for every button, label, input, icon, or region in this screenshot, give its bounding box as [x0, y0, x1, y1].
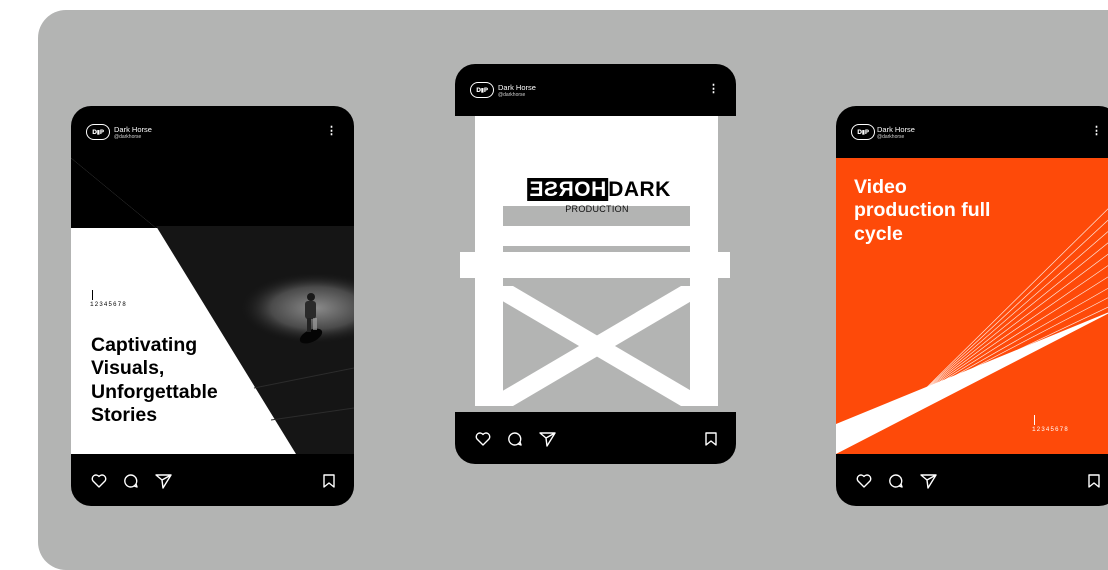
post-card-1: D▮P Dark Horse @darkhorse ⋮ 12345678 Cap…	[71, 106, 354, 506]
account-name[interactable]: Dark Horse	[498, 84, 536, 92]
comment-icon[interactable]	[123, 473, 139, 489]
brand-logo: HORSEDARK PRODUCTION	[527, 178, 670, 214]
more-icon[interactable]: ⋮	[708, 84, 719, 95]
share-icon[interactable]	[155, 473, 172, 489]
post-header: D▮P Dark Horse @darkhorse ⋮	[455, 64, 736, 116]
post-image: 12345678 Captivating Visuals, Unforgetta…	[71, 158, 354, 454]
post-image: HORSEDARK PRODUCTION	[455, 116, 736, 412]
share-icon[interactable]	[920, 473, 937, 489]
account-info[interactable]: Dark Horse @darkhorse	[114, 126, 152, 140]
heart-icon[interactable]	[91, 474, 107, 488]
post-caption: Video production full cycle	[854, 176, 991, 245]
post-image: Video production full cycle 12345678	[836, 158, 1108, 454]
post-header: D▮P Dark Horse @darkhorse ⋮	[71, 106, 354, 158]
account-avatar[interactable]: D▮P	[470, 82, 494, 98]
account-handle: @darkhorse	[114, 133, 142, 140]
ruler-scale: 12345678	[90, 290, 127, 308]
account-handle: @darkhorse	[498, 91, 526, 98]
heart-icon[interactable]	[475, 432, 491, 446]
heart-icon[interactable]	[856, 474, 872, 488]
post-actions	[71, 454, 354, 506]
ruler-tick	[92, 290, 93, 300]
account-info[interactable]: Dark Horse @darkhorse	[498, 84, 536, 98]
account-handle: @darkhorse	[877, 133, 905, 140]
share-icon[interactable]	[539, 431, 556, 447]
ruler-scale: 12345678	[1032, 415, 1069, 433]
more-icon[interactable]: ⋮	[1091, 126, 1102, 137]
bookmark-icon[interactable]	[323, 474, 335, 488]
account-avatar[interactable]: D▮P	[851, 124, 875, 140]
post-caption: Captivating Visuals, Unforgettable Stori…	[91, 334, 218, 427]
directors-chair-graphic	[460, 116, 730, 406]
ruler-tick	[1034, 415, 1035, 425]
post-header: D▮P Dark Horse @darkhorse ⋮	[836, 106, 1108, 158]
account-name[interactable]: Dark Horse	[114, 126, 152, 134]
brand-word: DARK	[608, 178, 671, 201]
account-info[interactable]: Dark Horse @darkhorse	[877, 126, 915, 140]
account-name[interactable]: Dark Horse	[877, 126, 915, 134]
more-icon[interactable]: ⋮	[326, 126, 337, 137]
post-card-2: D▮P Dark Horse @darkhorse ⋮ HORSEDARK PR…	[455, 64, 736, 464]
post-actions	[455, 412, 736, 464]
bookmark-icon[interactable]	[705, 432, 717, 446]
account-avatar[interactable]: D▮P	[86, 124, 110, 140]
post-actions	[836, 454, 1108, 506]
comment-icon[interactable]	[507, 431, 523, 447]
comment-icon[interactable]	[888, 473, 904, 489]
brand-mirror-word: HORSE	[527, 178, 609, 201]
bookmark-icon[interactable]	[1088, 474, 1100, 488]
post-card-3: D▮P Dark Horse @darkhorse ⋮ Video produc…	[836, 106, 1108, 506]
brand-subtitle: PRODUCTION	[565, 204, 629, 214]
